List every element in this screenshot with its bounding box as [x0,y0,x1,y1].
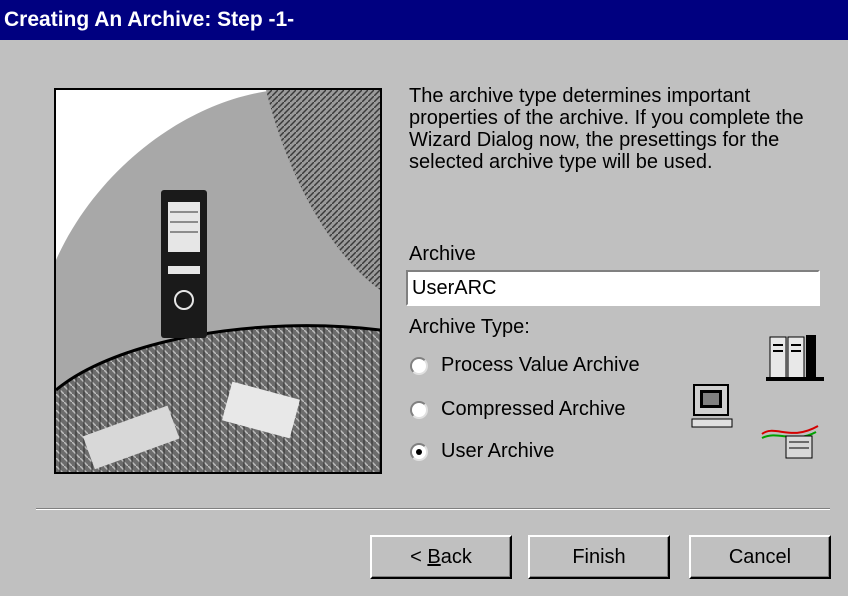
cancel-button[interactable]: Cancel [689,535,831,579]
radio-user-archive[interactable]: User Archive [410,440,554,463]
radio-compressed-archive[interactable]: Compressed Archive [410,398,626,421]
back-button[interactable]: < Back [370,535,512,579]
back-button-rest: ack [440,545,472,568]
archive-name-input[interactable] [406,270,820,306]
archive-type-label: Archive Type: [409,316,530,338]
radio-label: User Archive [441,440,555,462]
separator-line [36,508,830,510]
archive-label: Archive [409,243,476,265]
radio-button[interactable] [410,400,428,419]
radio-label: Process Value Archive [441,354,640,376]
radio-button[interactable] [410,356,428,375]
radio-process-value-archive[interactable]: Process Value Archive [410,354,640,377]
description-text: The archive type determines important pr… [409,85,804,173]
server-icon [766,335,824,381]
back-button-prefix: < [410,545,428,568]
computer-icon [691,384,733,428]
finish-button[interactable]: Finish [528,535,670,579]
radio-button-selected[interactable] [410,442,428,461]
network-device-icon [761,425,819,459]
radio-selected-dot [416,448,422,455]
wizard-dialog: Creating An Archive: Step -1- The archiv… [0,0,848,596]
wizard-illustration [54,88,382,474]
back-button-accel: B [427,545,441,568]
radio-label: Compressed Archive [441,398,626,420]
title-bar: Creating An Archive: Step -1- [0,0,848,40]
